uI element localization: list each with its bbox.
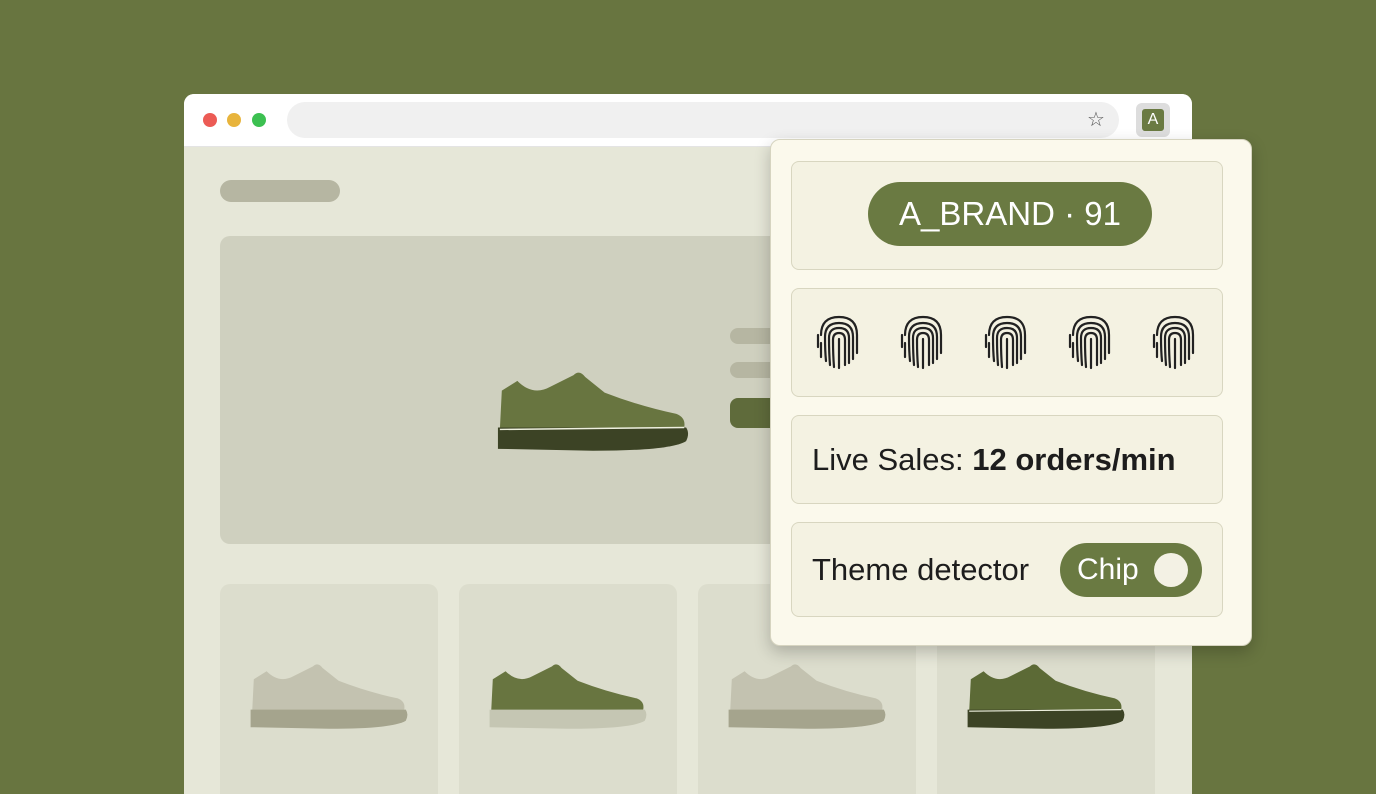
hero-shoe-image (497, 372, 689, 451)
star-icon[interactable]: ☆ (1085, 109, 1107, 131)
fingerprint-icon (984, 315, 1027, 370)
live-sales-panel: Live Sales: 12 orders/min (791, 415, 1223, 504)
live-sales-value: 12 orders/min (972, 442, 1176, 477)
address-bar[interactable]: ☆ (287, 102, 1119, 138)
close-window-button[interactable] (203, 113, 217, 127)
brand-score-badge: A_BRAND · 91 (868, 182, 1152, 246)
product-shoe-image (489, 664, 647, 729)
fingerprint-icon (900, 315, 943, 370)
product-card[interactable] (220, 584, 438, 794)
page-title-placeholder (220, 180, 340, 202)
product-card[interactable] (459, 584, 677, 794)
fingerprint-icon (816, 315, 859, 370)
product-shoe-image (728, 664, 886, 729)
maximize-window-button[interactable] (252, 113, 266, 127)
product-shoe-image (967, 664, 1125, 729)
theme-detector-label: Theme detector (812, 552, 1030, 587)
fingerprint-icon (1068, 315, 1111, 370)
fingerprint-icon (1152, 315, 1195, 370)
theme-detector-toggle[interactable]: Chip (1060, 543, 1202, 597)
brand-panel: A_BRAND · 91 (791, 161, 1223, 270)
extension-icon: A (1142, 109, 1164, 131)
fingerprint-panel (791, 288, 1223, 397)
live-sales-label: Live Sales: (812, 442, 973, 477)
minimize-window-button[interactable] (227, 113, 241, 127)
theme-toggle-label: Chip (1077, 553, 1139, 586)
theme-detector-panel: Theme detector Chip (791, 522, 1223, 617)
toggle-knob (1154, 553, 1188, 587)
extension-button[interactable]: A (1136, 103, 1170, 137)
extension-popup: A_BRAND · 91 Live Sales: 12 orders/min T… (770, 139, 1252, 646)
live-sales-text: Live Sales: 12 orders/min (812, 416, 1176, 504)
product-shoe-image (250, 664, 408, 729)
